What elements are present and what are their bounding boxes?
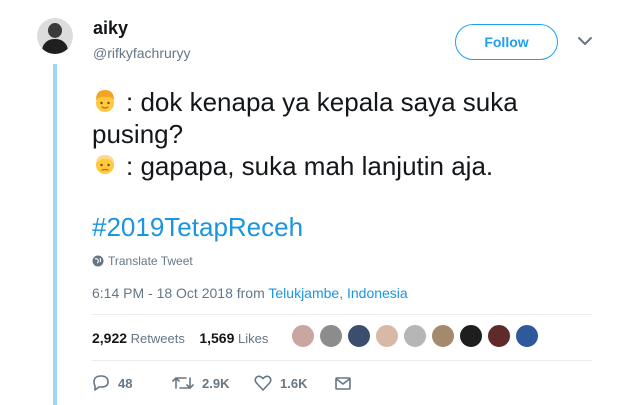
divider-bottom xyxy=(92,360,592,361)
liker-avatar[interactable] xyxy=(486,323,512,349)
avatar[interactable] xyxy=(37,18,73,54)
retweet-count: 2.9K xyxy=(202,375,230,391)
display-name[interactable]: aiky xyxy=(93,18,128,39)
like-button[interactable]: 1.6K xyxy=(254,374,307,392)
retweets-count[interactable]: 2,922 xyxy=(92,330,127,346)
user-handle[interactable]: @rifkyfachruryy xyxy=(93,45,190,61)
liker-avatar[interactable] xyxy=(318,323,344,349)
retweet-button[interactable]: 2.9K xyxy=(172,374,229,392)
tweet-text-2: pusing? xyxy=(92,119,184,149)
liker-avatar[interactable] xyxy=(346,323,372,349)
reply-count: 48 xyxy=(118,375,133,391)
hashtag-link[interactable]: #2019TetapReceh xyxy=(92,212,303,243)
liker-avatar[interactable] xyxy=(430,323,456,349)
tweet-line-3: : gapapa, suka mah lanjutin aja. xyxy=(92,150,493,182)
likes-label[interactable]: Likes xyxy=(238,331,268,346)
liker-avatar[interactable] xyxy=(290,323,316,349)
translate-label: Translate Tweet xyxy=(108,254,193,268)
tweet-text-3: : gapapa, suka mah lanjutin aja. xyxy=(126,151,494,181)
likes-count[interactable]: 1,569 xyxy=(199,330,234,346)
like-count: 1.6K xyxy=(280,375,308,391)
location-link[interactable]: Telukjambe, Indonesia xyxy=(268,285,407,301)
heart-icon xyxy=(254,375,272,391)
message-icon xyxy=(335,377,351,390)
liker-avatar[interactable] xyxy=(374,323,400,349)
tweet-timestamp: 6:14 PM - 18 Oct 2018 from Telukjambe, I… xyxy=(92,285,408,301)
avatar-head xyxy=(48,23,62,38)
tweet-text-1: : dok kenapa ya kepala saya suka xyxy=(126,87,518,117)
reply-button[interactable]: 48 xyxy=(92,374,132,392)
retweets-label[interactable]: Retweets xyxy=(131,331,185,346)
globe-icon xyxy=(92,255,104,267)
tweet-line-2: pusing? xyxy=(92,118,183,150)
thread-line xyxy=(53,64,57,405)
liker-avatar[interactable] xyxy=(458,323,484,349)
divider-top xyxy=(92,314,592,315)
liker-avatar[interactable] xyxy=(514,323,540,349)
tweet-stats: 2,922 Retweets 1,569 Likes xyxy=(92,330,268,346)
reply-icon xyxy=(93,375,109,391)
follow-button[interactable]: Follow xyxy=(455,24,558,60)
translate-tweet-link[interactable]: Translate Tweet xyxy=(92,254,193,268)
chevron-down-icon[interactable] xyxy=(577,35,593,47)
retweet-icon xyxy=(172,377,194,389)
direct-message-button[interactable] xyxy=(334,374,360,392)
liker-avatar[interactable] xyxy=(402,323,428,349)
timestamp-text: 6:14 PM - 18 Oct 2018 from xyxy=(92,285,269,301)
avatar-body xyxy=(42,39,68,54)
tweet-line-1: : dok kenapa ya kepala saya suka xyxy=(92,86,518,118)
boy-emoji-icon xyxy=(96,90,114,112)
old-man-emoji-icon xyxy=(96,155,114,174)
